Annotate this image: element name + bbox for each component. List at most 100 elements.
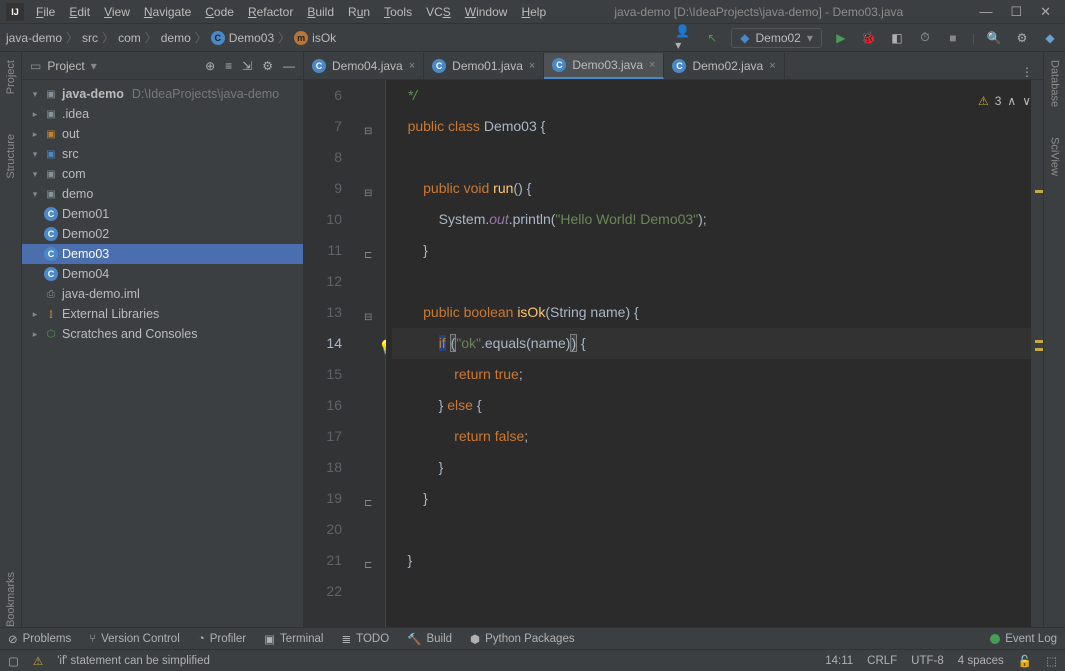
file-encoding[interactable]: UTF-8	[911, 655, 944, 667]
plugin-icon[interactable]: ◆	[1041, 29, 1059, 47]
close-tab-icon[interactable]: ×	[529, 60, 535, 72]
tree-scratches[interactable]: ▸⬡Scratches and Consoles	[22, 324, 303, 344]
indent-setting[interactable]: 4 spaces	[958, 655, 1004, 667]
right-tool-strip: Database SciView	[1043, 52, 1065, 627]
tree-src[interactable]: ▾▣src	[22, 144, 303, 164]
expand-all-icon[interactable]: ≡	[225, 59, 232, 73]
stop-button[interactable]: ■	[944, 29, 962, 47]
menu-view[interactable]: View	[98, 3, 136, 21]
hammer-icon[interactable]: ↖	[703, 29, 721, 47]
tab-demo04[interactable]: CDemo04.java×	[304, 53, 424, 79]
menu-edit[interactable]: Edit	[63, 3, 96, 21]
add-user-icon[interactable]: 👤▾	[675, 29, 693, 47]
close-tab-icon[interactable]: ×	[769, 60, 775, 72]
crumb-demo[interactable]: demo	[161, 31, 191, 45]
tree-demo[interactable]: ▾▣demo	[22, 184, 303, 204]
crumb-method[interactable]: isOk	[312, 31, 336, 45]
fold-gutter[interactable]: ⊟ ⊟ ⊏ ⊟ 💡 ⊏ ⊏	[360, 80, 386, 627]
tab-bookmarks[interactable]: Bookmarks	[5, 562, 17, 627]
tab-build[interactable]: 🔨Build	[407, 632, 452, 646]
readonly-toggle-icon[interactable]: 🔓	[1018, 654, 1032, 668]
tab-version-control[interactable]: ⑂Version Control	[89, 633, 180, 645]
menu-help[interactable]: Help	[515, 3, 552, 21]
select-opened-file-icon[interactable]: ⊕	[205, 59, 215, 73]
crumb-src[interactable]: src	[82, 31, 98, 45]
fold-close-icon[interactable]: ⊏	[364, 240, 372, 271]
code-content[interactable]: */ public class Demo03 { public void run…	[386, 80, 1031, 627]
app-logo-icon: IJ	[6, 3, 24, 21]
profile-button[interactable]: ⏱	[916, 29, 934, 47]
menu-tools[interactable]: Tools	[378, 3, 418, 21]
tree-root[interactable]: ▾▣java-demoD:\IdeaProjects\java-demo	[22, 84, 303, 104]
chevron-down-icon[interactable]: ∨	[1022, 86, 1031, 117]
tab-demo02[interactable]: CDemo02.java×	[664, 53, 784, 79]
fold-close-icon[interactable]: ⊏	[364, 550, 372, 581]
tab-event-log[interactable]: Event Log	[990, 633, 1057, 645]
line-separator[interactable]: CRLF	[867, 655, 897, 667]
fold-open-icon[interactable]: ⊟	[364, 116, 372, 147]
menu-window[interactable]: Window	[459, 3, 514, 21]
menu-navigate[interactable]: Navigate	[138, 3, 197, 21]
fold-open-icon[interactable]: ⊟	[364, 302, 372, 333]
hide-panel-icon[interactable]: —	[283, 59, 295, 73]
collapse-all-icon[interactable]: ⇲	[242, 59, 252, 73]
tree-demo03[interactable]: CDemo03	[22, 244, 303, 264]
tree-demo01[interactable]: CDemo01	[22, 204, 303, 224]
tree-idea[interactable]: ▸▣.idea	[22, 104, 303, 124]
search-everywhere-icon[interactable]: 🔍	[985, 29, 1003, 47]
debug-button[interactable]: 🐞	[860, 29, 878, 47]
project-panel-header: ▭ Project ▾ ⊕ ≡ ⇲ ⚙ —	[22, 52, 303, 80]
tree-demo04[interactable]: CDemo04	[22, 264, 303, 284]
close-tab-icon[interactable]: ×	[649, 59, 655, 71]
menu-file[interactable]: File	[30, 3, 61, 21]
error-stripe[interactable]	[1031, 80, 1043, 627]
tree-iml[interactable]: ⎙java-demo.iml	[22, 284, 303, 304]
menu-vcs[interactable]: VCS	[420, 3, 457, 21]
tree-out[interactable]: ▸▣out	[22, 124, 303, 144]
tab-terminal[interactable]: ▣Terminal	[264, 632, 323, 646]
tab-python-packages[interactable]: ⬢Python Packages	[470, 632, 575, 646]
tab-demo03[interactable]: CDemo03.java×	[544, 53, 664, 79]
memory-indicator-icon[interactable]: ⬚	[1046, 654, 1057, 668]
tree-external-libs[interactable]: ▸⫾External Libraries	[22, 304, 303, 324]
tab-project[interactable]: Project	[5, 60, 17, 94]
inspection-badge[interactable]: ⚠ 3 ∧ ∨	[978, 86, 1031, 117]
tab-database[interactable]: Database	[1049, 60, 1061, 107]
panel-settings-icon[interactable]: ⚙	[262, 59, 273, 73]
project-panel-title[interactable]: Project	[47, 59, 84, 73]
menu-refactor[interactable]: Refactor	[242, 3, 299, 21]
settings-icon[interactable]: ⚙	[1013, 29, 1031, 47]
fold-open-icon[interactable]: ⊟	[364, 178, 372, 209]
crumb-class[interactable]: Demo03	[229, 31, 274, 45]
menu-run[interactable]: Run	[342, 3, 376, 21]
code-editor[interactable]: ⚠ 3 ∧ ∨ 678910111213141516171819202122 ⊟…	[304, 80, 1043, 627]
tab-profiler[interactable]: ◔Profiler	[198, 633, 246, 645]
crumb-project[interactable]: java-demo	[6, 31, 62, 45]
chevron-up-icon[interactable]: ∧	[1007, 86, 1016, 117]
run-button[interactable]: ▶	[832, 29, 850, 47]
minimize-button[interactable]: —	[979, 4, 992, 20]
close-button[interactable]: ✕	[1040, 4, 1051, 20]
tab-structure[interactable]: Structure	[5, 134, 17, 179]
tab-problems[interactable]: ⊘Problems	[8, 632, 71, 646]
tab-demo01[interactable]: CDemo01.java×	[424, 53, 544, 79]
tab-overflow-icon[interactable]: ⋮	[1011, 65, 1043, 79]
crumb-com[interactable]: com	[118, 31, 141, 45]
fold-close-icon[interactable]: ⊏	[364, 488, 372, 519]
tree-demo02[interactable]: CDemo02	[22, 224, 303, 244]
tab-todo[interactable]: ≣TODO	[341, 632, 389, 646]
line-number-gutter[interactable]: 678910111213141516171819202122	[304, 80, 360, 627]
tab-sciview[interactable]: SciView	[1049, 137, 1061, 176]
close-tab-icon[interactable]: ×	[409, 60, 415, 72]
maximize-button[interactable]: ☐	[1010, 4, 1022, 20]
tree-com[interactable]: ▾▣com	[22, 164, 303, 184]
build-icon: 🔨	[407, 632, 421, 646]
menu-build[interactable]: Build	[301, 3, 340, 21]
caret-position[interactable]: 14:11	[825, 655, 853, 667]
menu-code[interactable]: Code	[199, 3, 240, 21]
run-configuration-selector[interactable]: ◆ Demo02 ▾	[731, 28, 822, 48]
project-icon: ▭	[30, 59, 41, 73]
bottom-tool-strip: ⊘Problems ⑂Version Control ◔Profiler ▣Te…	[0, 627, 1065, 649]
tool-windows-icon[interactable]: ▢	[8, 654, 19, 668]
coverage-button[interactable]: ◧	[888, 29, 906, 47]
